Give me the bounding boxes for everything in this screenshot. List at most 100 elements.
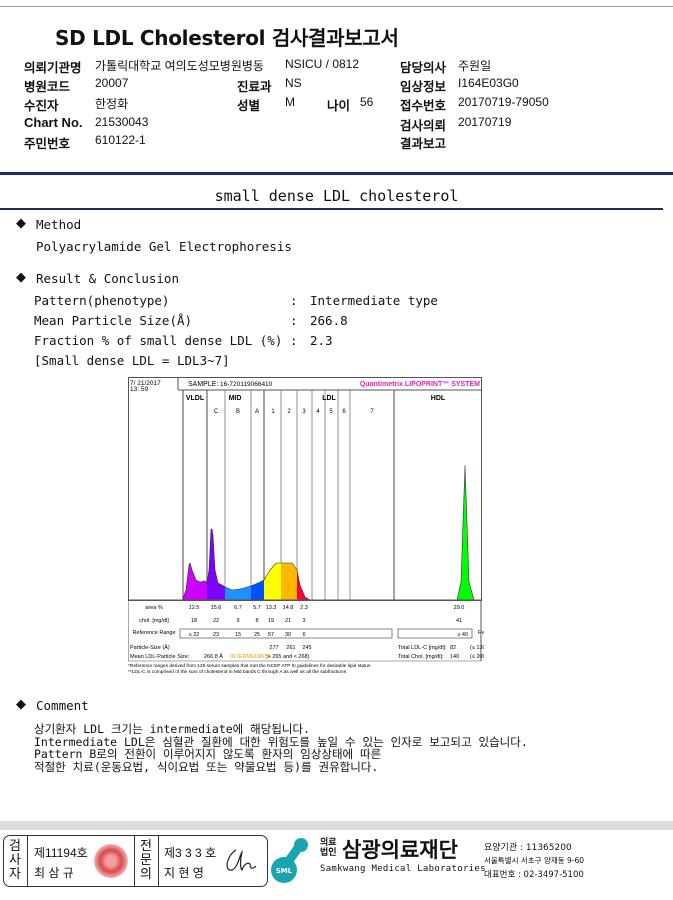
area-value: 14.8	[283, 605, 294, 611]
svg-text:SML: SML	[276, 867, 293, 875]
comment-line: 상기환자 LDL 크기는 intermediate에 해당됩니다.	[34, 722, 311, 736]
chol-value: 22	[213, 618, 219, 624]
ward: NSICU / 0812	[285, 57, 360, 71]
diamond-bullet-icon: ◆	[16, 697, 26, 712]
row-label-particle: Particle-Size (Å)	[130, 644, 170, 651]
sample-label: SAMPLE:	[188, 381, 218, 388]
diamond-bullet-icon: ◆	[16, 216, 26, 231]
reference-value: 23	[213, 632, 219, 638]
doctor: 주원일	[458, 59, 492, 73]
result-label: Mean Particle Size(Å)	[34, 313, 193, 328]
band-label: B	[236, 409, 240, 415]
result-value: Intermediate type	[310, 293, 438, 308]
chol-value: 21	[285, 618, 291, 624]
result-value: 2.3	[310, 333, 333, 348]
org-address: 서울특별시 서초구 양재동 9-60	[484, 856, 585, 865]
particle-size-value: 277	[269, 645, 278, 651]
patient-label: 수진자	[24, 98, 59, 113]
band-label: 2	[287, 409, 291, 415]
footnote: *Reference ranges derived from 125 serum…	[128, 663, 371, 669]
reference-value: 30	[285, 632, 291, 638]
band-label: 6	[342, 409, 346, 415]
receipt-label: 접수번호	[400, 98, 447, 113]
sml-logo-icon: SML	[271, 838, 308, 883]
chol-value: 41	[456, 618, 462, 624]
examiner-name: 최 삼 규	[34, 866, 74, 880]
area-value: 13.3	[266, 605, 277, 611]
area-value: 6.7	[234, 605, 242, 611]
brand-label: Quantimetrix LIPOPRINT™ SYSTEM	[360, 381, 480, 388]
specialist-label: 전문의	[140, 839, 152, 882]
report-label: 결과보고	[400, 136, 447, 151]
patient-name: 한정화	[95, 97, 129, 111]
band-label: 3	[302, 409, 306, 415]
total-chol-value: 140	[450, 654, 459, 660]
reference-value: 57	[268, 632, 274, 638]
age: 56	[360, 95, 374, 109]
method-text: Polyacrylamide Gel Electrophoresis	[36, 239, 292, 254]
row-label-chol: chol. [mg/dl]	[139, 618, 169, 624]
hospital-code-label: 병원코드	[24, 79, 71, 94]
band-label: 4	[316, 409, 320, 415]
reference-value: 6	[302, 632, 305, 638]
result-note: [Small dense LDL = LDL3~7]	[34, 353, 230, 368]
org-english-name: Samkwang Medical Laboratories	[320, 864, 486, 874]
total-ldl-ref: (≤ 130)	[470, 645, 484, 651]
result-label: Pattern(phenotype)	[34, 293, 170, 308]
org-code: 요양기관 : 11365200	[484, 843, 572, 853]
section-divider	[0, 208, 663, 210]
particle-size-value: 261	[286, 645, 295, 651]
chol-value: 19	[268, 618, 274, 624]
colon: :	[290, 293, 298, 308]
band-label: 1	[271, 409, 275, 415]
chart-no: 21530043	[95, 115, 149, 129]
lipoprint-chart: 7/ 21/2017 13: 59 SAMPLE: 16-72011906641…	[128, 377, 484, 675]
reference-value: 15	[235, 632, 241, 638]
result-label: Fraction % of small dense LDL (%)	[34, 333, 283, 348]
id-no: 610122-1	[95, 133, 146, 147]
area-value: 12.5	[189, 605, 200, 611]
row-label-ref: Reference Range	[132, 630, 175, 636]
reference-value: 25	[254, 632, 260, 638]
chol-value: 3	[302, 618, 305, 624]
signature-box: 검사자 제11194호 최 삼 규 전문의 제3 3 3 호 지 현 영	[3, 835, 268, 887]
chol-value: 9	[236, 618, 239, 624]
band-label: C	[214, 409, 219, 415]
total-chol-label: Total Chol. [mg/dl]:	[398, 654, 444, 660]
comment-text: 상기환자 LDL 크기는 intermediate에 해당됩니다. Interm…	[34, 723, 528, 773]
band-label: 5	[329, 409, 333, 415]
id-label: 주민번호	[24, 136, 71, 151]
reference-value: ≤ 22	[189, 632, 200, 638]
row-label-mean: Mean LDL-Particle Size:	[130, 654, 190, 660]
institution-label: 의뢰기관명	[24, 60, 82, 75]
specialist-no: 제3 3 3 호	[164, 846, 217, 860]
chol-value: 8	[255, 618, 258, 624]
header-divider	[0, 172, 673, 175]
sex: M	[285, 95, 295, 109]
reference-value: ≥ 40	[457, 632, 468, 638]
org-type: 의료법인	[320, 838, 337, 858]
section-title: small dense LDL cholesterol	[214, 187, 459, 205]
result-heading: Result & Conclusion	[36, 271, 179, 286]
examiner-no: 제11194호	[34, 846, 88, 860]
examiner-label: 검사자	[9, 839, 21, 882]
signature	[226, 849, 257, 872]
chart-table: area % chol. [mg/dl] Reference Range 13.3 14…	[128, 599, 484, 675]
group-label-hdl: HDL	[431, 395, 446, 402]
chart-time: 13: 59	[130, 386, 148, 393]
area-value: 5.7	[253, 605, 261, 611]
comment-line: 적절한 치료(운동요법, 식이요법 또는 약물요법 등)를 권유합니다.	[34, 759, 379, 774]
footer-band	[0, 821, 673, 830]
band-label: A	[255, 409, 259, 415]
org-name: 삼광의료재단	[342, 838, 458, 862]
chart-frame: VLDL MID LDL HDL C B A 1 2 3 4 5 6 7	[128, 377, 482, 601]
request-date: 20170719	[458, 115, 512, 129]
row-label-area: area %	[145, 605, 163, 611]
curve-layer	[182, 464, 475, 601]
method-heading: Method	[36, 217, 82, 232]
report-title: SD LDL Cholesterol 검사결과보고서	[55, 26, 399, 50]
clinical-info: I164E03G0	[458, 76, 519, 90]
group-label-mid: MID	[229, 395, 242, 402]
hdl-peak	[456, 464, 475, 601]
dept-label: 진료과	[237, 79, 272, 94]
